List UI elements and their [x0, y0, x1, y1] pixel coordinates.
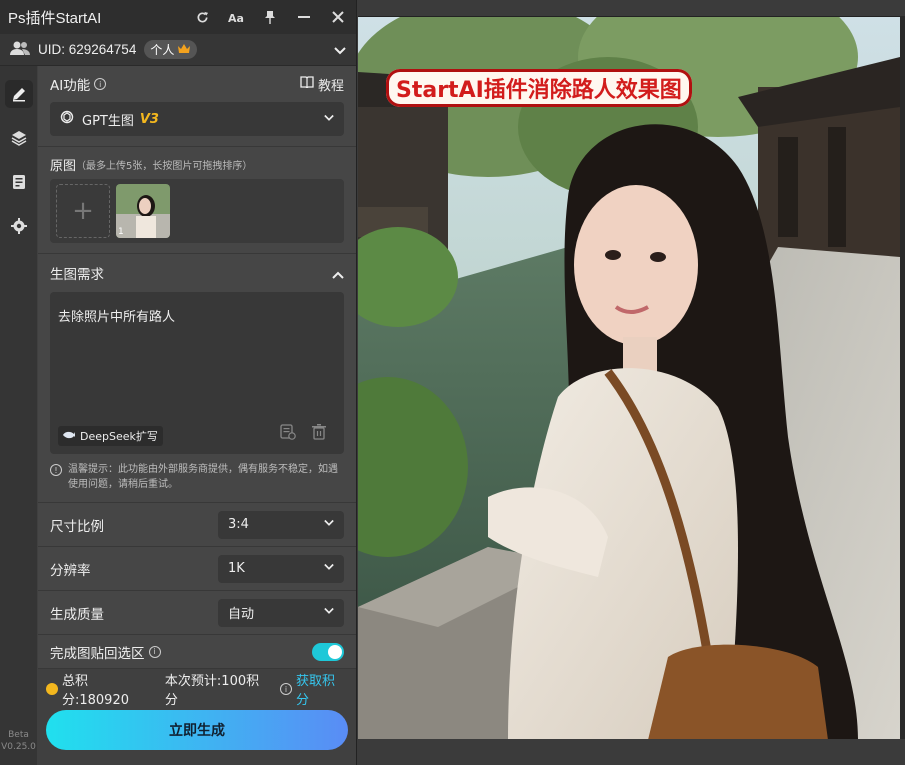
trash-icon[interactable]	[312, 424, 326, 444]
canvas-photo	[358, 17, 900, 739]
estimate-points: 本次预计:100积分	[164, 674, 260, 708]
version-stage: Beta	[8, 730, 29, 740]
paste-back-label: 完成图贴回选区	[50, 645, 145, 662]
panel-footer: 总积分:180920 本次预计:100积分 i 获取积分 立即生成	[38, 674, 356, 750]
source-image-thumbnail[interactable]: 1	[116, 184, 170, 238]
coin-icon	[46, 683, 58, 695]
panel-content: AI功能 i 教程 GPT生图 V3 原图 （最多上传5张，长按图片可拖拽排序）…	[38, 66, 356, 669]
deepseek-expand-button[interactable]: DeepSeek扩写	[58, 426, 163, 446]
canvas-banner-text: StartAI插件消除路人效果图	[386, 69, 692, 107]
get-points-link[interactable]: 获取积分	[296, 670, 348, 708]
user-dropdown-chevron-icon[interactable]	[334, 40, 346, 59]
prompt-section: 生图需求 去除照片中所有路人 DeepSeek扩写 ! 温馨提示：此功能由外部服…	[38, 254, 356, 503]
deepseek-label: DeepSeek扩写	[80, 430, 158, 443]
font-size-icon[interactable]: Aa	[226, 7, 246, 27]
thumbnail-index: 1	[118, 227, 124, 237]
add-image-symbol: +	[72, 196, 94, 226]
ai-function-section: AI功能 i 教程 GPT生图 V3	[38, 66, 356, 147]
total-points: 总积分:180920	[61, 674, 129, 708]
canvas-scrollbar[interactable]	[900, 16, 905, 739]
info-icon[interactable]: i	[94, 78, 107, 90]
user-bar: UID: 629264754 个人	[0, 34, 356, 66]
version-tag: V3	[139, 111, 159, 127]
info-icon[interactable]: i	[280, 683, 293, 695]
refresh-icon[interactable]	[192, 7, 212, 27]
deepseek-whale-icon	[62, 430, 76, 443]
plan-badge-label: 个人	[150, 43, 175, 57]
chevron-down-icon	[324, 517, 334, 532]
service-notice-text: 温馨提示：此功能由外部服务商提供，偶有服务不稳定，如遇使用问题，请稍后重试。	[68, 464, 338, 490]
chevron-down-icon	[324, 112, 334, 127]
resolution-select[interactable]: 1K	[218, 554, 344, 583]
paste-back-toggle[interactable]	[312, 642, 344, 661]
version-label: Beta V0.25.0	[0, 729, 37, 753]
source-hint: （最多上传5张，长按图片可拖拽排序）	[76, 160, 253, 172]
minimize-icon[interactable]	[294, 7, 314, 27]
version-number: V0.25.0	[1, 742, 36, 752]
prompt-textarea[interactable]: 去除照片中所有路人 DeepSeek扩写	[50, 292, 344, 454]
quality-row: 生成质量 自动	[38, 591, 356, 635]
layers-icon[interactable]	[5, 124, 33, 152]
tutorial-label: 教程	[317, 78, 344, 94]
photoshop-workspace: StartAI插件消除路人效果图 Ps插件StartAI Aa UID: 629…	[0, 0, 905, 765]
tutorial-link[interactable]: 教程	[300, 75, 344, 94]
user-id: UID: 629264754	[38, 42, 137, 57]
prompt-label: 生图需求	[50, 267, 104, 283]
gpt-logo-icon	[60, 110, 74, 128]
chevron-down-icon	[324, 561, 334, 576]
aspect-ratio-label: 尺寸比例	[50, 518, 104, 535]
aspect-ratio-select[interactable]: 3:4	[218, 510, 344, 539]
resolution-label: 分辨率	[50, 562, 91, 579]
source-label: 原图	[50, 158, 77, 174]
pin-icon[interactable]	[260, 7, 280, 27]
ai-function-select[interactable]: GPT生图 V3	[50, 102, 344, 136]
document-canvas[interactable]: StartAI插件消除路人效果图	[358, 16, 900, 739]
ai-function-selected: GPT生图	[82, 113, 134, 129]
crown-icon	[177, 43, 191, 57]
warning-info-icon: !	[50, 464, 62, 476]
edit-pen-icon[interactable]	[4, 80, 33, 108]
ai-function-label: AI功能	[50, 78, 91, 94]
points-row: 总积分:180920 本次预计:100积分 i 获取积分	[46, 674, 348, 708]
generate-button[interactable]: 立即生成	[46, 710, 348, 750]
left-nav-rail: Beta V0.25.0	[0, 66, 37, 765]
document-list-icon[interactable]	[5, 168, 33, 196]
book-icon	[300, 76, 314, 92]
close-icon[interactable]	[328, 7, 348, 27]
settings-gear-icon[interactable]	[5, 212, 33, 240]
resolution-row: 分辨率 1K	[38, 547, 356, 591]
app-title: Ps插件StartAI	[8, 9, 102, 27]
quality-value: 自动	[228, 607, 255, 622]
aspect-ratio-row: 尺寸比例 3:4	[38, 503, 356, 547]
prompt-text: 去除照片中所有路人	[58, 310, 176, 325]
resolution-value: 1K	[228, 561, 245, 576]
users-icon	[10, 40, 30, 60]
thumbnail-photo	[116, 184, 170, 238]
chevron-down-icon	[324, 605, 334, 620]
quality-select[interactable]: 自动	[218, 598, 344, 627]
image-upload-area: + 1	[50, 179, 344, 243]
quality-label: 生成质量	[50, 606, 104, 623]
info-icon[interactable]: i	[148, 645, 161, 658]
source-image-section: 原图 （最多上传5张，长按图片可拖拽排序） + 1	[38, 147, 356, 254]
panel-titlebar: Ps插件StartAI Aa	[0, 0, 356, 34]
prompt-history-icon[interactable]	[280, 424, 296, 444]
aspect-ratio-value: 3:4	[228, 517, 249, 532]
svg-text:Aa: Aa	[228, 12, 244, 23]
service-notice: ! 温馨提示：此功能由外部服务商提供，偶有服务不稳定，如遇使用问题，请稍后重试。	[50, 454, 344, 502]
startai-plugin-panel: Ps插件StartAI Aa UID: 629264754 个人 Beta V0…	[0, 0, 357, 765]
add-image-button[interactable]: +	[56, 184, 110, 238]
paste-back-row: 完成图贴回选区 i	[38, 635, 356, 669]
collapse-chevron-up-icon[interactable]	[332, 264, 344, 283]
plan-badge: 个人	[144, 40, 198, 59]
